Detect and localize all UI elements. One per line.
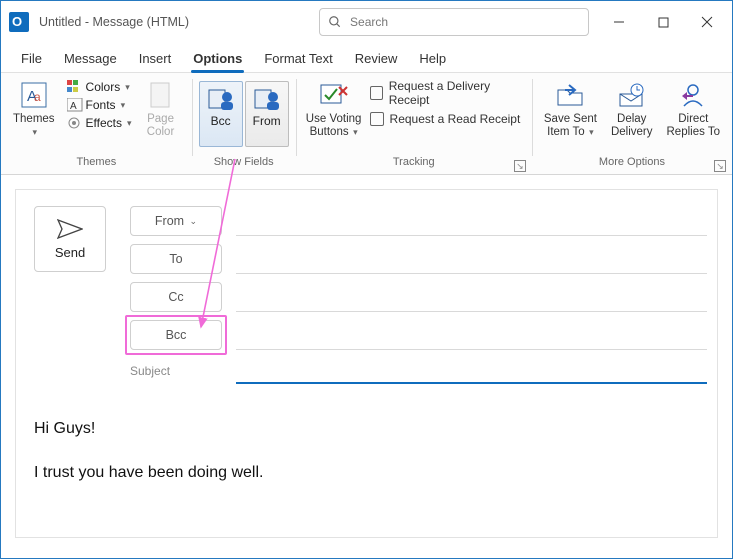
tab-insert[interactable]: Insert	[137, 51, 174, 72]
group-tracking: Use Voting Buttons ▾ Request a Delivery …	[296, 73, 532, 174]
themes-button[interactable]: Aa Themes▾	[9, 77, 59, 141]
bcc-person-icon	[207, 86, 235, 112]
subject-field[interactable]	[236, 358, 707, 384]
compose-area: Send From ⌄ To Cc Bcc Subject Hi Guys! I…	[15, 189, 718, 538]
tab-options[interactable]: Options	[191, 51, 244, 72]
send-icon	[57, 219, 83, 239]
window-title: Untitled - Message (HTML)	[39, 15, 189, 29]
search-placeholder: Search	[350, 15, 388, 29]
colors-icon	[67, 80, 83, 94]
tab-message[interactable]: Message	[62, 51, 119, 72]
effects-button[interactable]: Effects▾	[65, 115, 134, 131]
clock-envelope-icon	[617, 82, 647, 108]
ribbon-tabs: File Message Insert Options Format Text …	[1, 43, 732, 73]
tab-file[interactable]: File	[19, 51, 44, 72]
to-button[interactable]: To	[130, 244, 222, 274]
direct-replies-button[interactable]: Direct Replies To	[663, 77, 725, 141]
email-body[interactable]: Hi Guys! I trust you have been doing wel…	[34, 418, 707, 485]
use-voting-button[interactable]: Use Voting Buttons ▾	[304, 77, 364, 141]
delivery-receipt-checkbox[interactable]: Request a Delivery Receipt	[370, 83, 524, 103]
search-icon	[328, 15, 342, 29]
read-receipt-checkbox[interactable]: Request a Read Receipt	[370, 109, 524, 129]
body-line: Hi Guys!	[34, 418, 707, 440]
subject-label: Subject	[130, 358, 222, 378]
folder-arrow-icon	[555, 82, 585, 108]
cc-field[interactable]	[236, 282, 707, 312]
svg-text:A: A	[70, 101, 77, 112]
cc-button[interactable]: Cc	[130, 282, 222, 312]
group-themes: Aa Themes▾ Colors▾ A Fonts▾ Effects▾	[1, 73, 192, 174]
tab-format-text[interactable]: Format Text	[262, 51, 334, 72]
send-button[interactable]: Send	[34, 206, 106, 272]
group-more-options: Save Sent Item To ▾ Delay Delivery Direc…	[532, 73, 732, 174]
from-toggle[interactable]: From	[245, 81, 289, 147]
from-person-icon	[253, 86, 281, 112]
search-box[interactable]: Search	[319, 8, 589, 36]
title-bar: O Untitled - Message (HTML) Search	[1, 1, 732, 43]
from-button[interactable]: From ⌄	[130, 206, 222, 236]
maximize-button[interactable]	[642, 6, 684, 38]
fonts-icon: A	[67, 98, 83, 112]
minimize-button[interactable]	[598, 6, 640, 38]
checkbox-icon	[370, 86, 383, 100]
save-sent-item-button[interactable]: Save Sent Item To ▾	[540, 77, 601, 141]
svg-text:a: a	[34, 90, 41, 104]
group-show-fields: Bcc From Show Fields	[192, 73, 296, 174]
group-label-tracking: Tracking	[304, 156, 524, 172]
effects-icon	[67, 116, 83, 130]
group-label-more-options: More Options	[540, 156, 724, 172]
fonts-button[interactable]: A Fonts▾	[65, 97, 134, 113]
person-reply-icon	[679, 82, 707, 108]
close-button[interactable]	[686, 6, 728, 38]
more-options-launcher[interactable]	[714, 160, 726, 172]
tracking-launcher[interactable]	[514, 160, 526, 172]
checkbox-icon	[370, 112, 384, 126]
delay-delivery-button[interactable]: Delay Delivery	[607, 77, 657, 141]
bcc-toggle[interactable]: Bcc	[199, 81, 243, 147]
group-label-show-fields: Show Fields	[200, 156, 288, 172]
from-field[interactable]	[236, 206, 707, 236]
colors-button[interactable]: Colors▾	[65, 79, 134, 95]
group-label-themes: Themes	[9, 156, 184, 172]
tab-review[interactable]: Review	[353, 51, 400, 72]
tab-help[interactable]: Help	[417, 51, 448, 72]
outlook-app-icon: O	[9, 12, 29, 32]
page-color-button[interactable]: Page Color	[140, 77, 182, 141]
to-field[interactable]	[236, 244, 707, 274]
bcc-button[interactable]: Bcc	[130, 320, 222, 350]
body-line: I trust you have been doing well.	[34, 462, 707, 484]
bcc-field[interactable]	[236, 320, 707, 350]
ribbon: Aa Themes▾ Colors▾ A Fonts▾ Effects▾	[1, 73, 732, 175]
